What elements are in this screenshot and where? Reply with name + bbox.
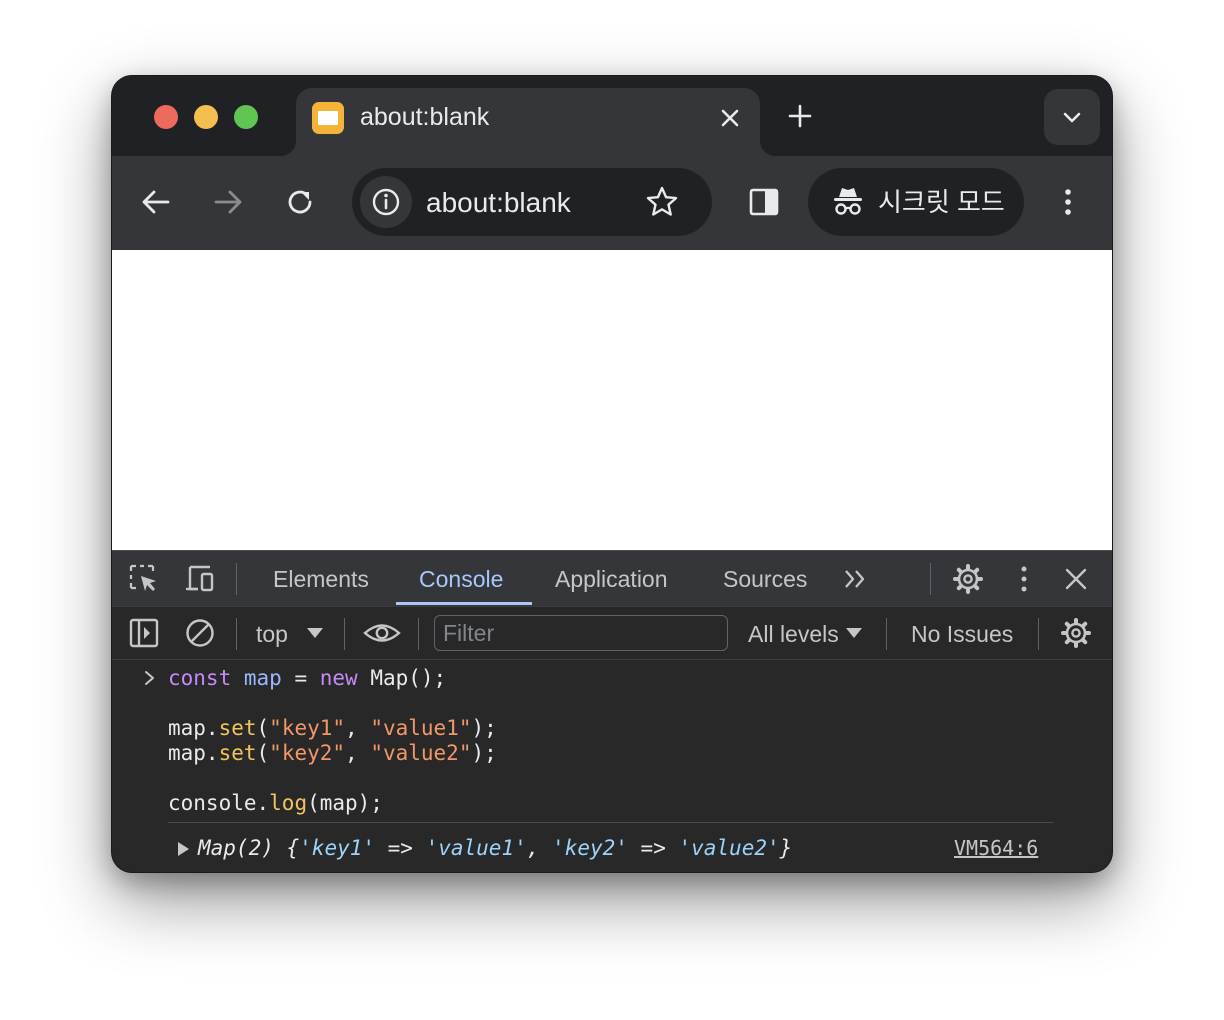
code-token: "value1" — [370, 716, 472, 740]
settings-gear-icon[interactable] — [952, 563, 984, 595]
code-token: set — [218, 741, 257, 765]
tab-application[interactable]: Application — [555, 565, 668, 593]
code-line: map.set("key2", "value2"); — [168, 741, 497, 766]
back-arrow-icon[interactable] — [138, 184, 174, 220]
incognito-label: 시크릿 모드 — [878, 187, 1005, 217]
console-panel[interactable]: const map = new Map(); map.set("key1", "… — [112, 660, 1112, 872]
output-divider — [168, 822, 1054, 823]
code-token: "key2" — [269, 741, 346, 765]
code-token: , — [345, 741, 371, 765]
code-token: "value2" — [370, 741, 472, 765]
issues-count-button[interactable]: No Issues — [911, 620, 1013, 648]
page-content[interactable] — [112, 250, 1112, 550]
console-output-map[interactable]: Map(2) {'key1' => 'value1', 'key2' => 'v… — [198, 835, 792, 861]
code-token: const — [168, 666, 232, 690]
bookmark-star-icon[interactable] — [644, 184, 680, 220]
log-levels-dropdown[interactable]: All levels — [748, 620, 839, 648]
address-bar[interactable]: about:blank — [352, 168, 712, 236]
incognito-indicator[interactable]: 시크릿 모드 — [808, 168, 1024, 236]
forward-arrow-icon[interactable] — [210, 184, 246, 220]
code-token: log — [269, 791, 308, 815]
tab-sources[interactable]: Sources — [723, 565, 807, 593]
device-toolbar-icon[interactable] — [184, 563, 216, 595]
tab-search-button[interactable] — [1044, 89, 1100, 145]
tab-title: about:blank — [360, 103, 490, 131]
divider — [344, 618, 345, 650]
code-token: ( — [256, 716, 270, 740]
output-token: , — [526, 836, 553, 860]
log-levels-dropdown-icon[interactable] — [844, 617, 864, 649]
divider — [236, 618, 237, 650]
code-line: const map = new Map(); — [168, 666, 446, 691]
console-toolbar: top Filter All levels No Issues — [112, 606, 1112, 660]
expand-triangle-icon[interactable] — [178, 842, 189, 856]
more-menu-icon[interactable] — [1050, 184, 1086, 220]
divider — [418, 618, 419, 650]
filter-placeholder: Filter — [443, 620, 495, 646]
output-token: => — [627, 836, 679, 860]
code-line: map.set("key1", "value1"); — [168, 716, 497, 741]
output-token: Map(2) { — [198, 836, 300, 860]
tab-console[interactable]: Console — [419, 565, 503, 593]
code-token: set — [218, 716, 257, 740]
url-text: about:blank — [426, 187, 571, 218]
code-token: map. — [168, 741, 219, 765]
live-expression-eye-icon[interactable] — [362, 617, 402, 649]
output-token: 'key1' — [299, 836, 376, 860]
site-info-button[interactable] — [360, 176, 412, 228]
context-dropdown-icon[interactable] — [304, 617, 326, 649]
output-token: 'key2' — [552, 836, 628, 860]
code-token: , — [345, 716, 371, 740]
code-token: ); — [471, 741, 497, 765]
title-bar: about:blank — [112, 76, 1112, 156]
active-tab[interactable]: about:blank — [280, 88, 776, 156]
code-token: Map(); — [357, 666, 447, 690]
close-tab-icon[interactable] — [714, 102, 746, 134]
console-settings-gear-icon[interactable] — [1060, 617, 1092, 649]
incognito-icon — [834, 188, 862, 215]
output-token: } — [779, 836, 793, 860]
devtools-tab-strip: Elements Console Application Sources — [112, 550, 1112, 606]
prompt-chevron-icon — [145, 671, 154, 685]
code-token: (map); — [307, 791, 383, 815]
close-window-button[interactable] — [154, 105, 178, 129]
close-devtools-icon[interactable] — [1060, 563, 1092, 595]
clear-console-icon[interactable] — [184, 617, 216, 649]
minimize-window-button[interactable] — [194, 105, 218, 129]
browser-toolbar: about:blank 시크릿 모드 — [112, 156, 1112, 250]
console-sidebar-icon[interactable] — [128, 617, 160, 649]
more-tabs-chevron-icon[interactable] — [840, 563, 872, 595]
divider — [1038, 618, 1039, 650]
code-token: "key1" — [269, 716, 346, 740]
reload-icon[interactable] — [282, 184, 318, 220]
code-line: console.log(map); — [168, 791, 383, 816]
side-panel-icon[interactable] — [746, 184, 782, 220]
code-token: map — [243, 666, 282, 690]
chevron-down-icon — [1063, 112, 1081, 123]
divider — [930, 563, 931, 595]
divider — [886, 618, 887, 650]
code-token: console. — [168, 791, 270, 815]
source-location-link[interactable]: VM564:6 — [954, 835, 1038, 861]
divider — [236, 563, 237, 595]
info-icon — [372, 188, 400, 216]
output-token: 'value1' — [425, 836, 527, 860]
maximize-window-button[interactable] — [234, 105, 258, 129]
output-token: 'value2' — [678, 836, 780, 860]
active-tab-indicator — [396, 602, 532, 605]
code-token: ); — [471, 716, 497, 740]
browser-window: about:blank about:blank 시크릿 모드 Elements … — [112, 76, 1112, 872]
new-tab-icon[interactable] — [784, 100, 816, 132]
context-selector-label[interactable]: top — [256, 620, 288, 648]
code-token: ( — [256, 741, 270, 765]
code-token: map. — [168, 716, 219, 740]
code-token: = — [281, 666, 320, 690]
code-token: new — [319, 666, 358, 690]
blank-page-favicon-icon — [312, 102, 344, 134]
filter-input[interactable]: Filter — [434, 615, 728, 651]
devtools-menu-icon[interactable] — [1008, 563, 1040, 595]
tab-elements[interactable]: Elements — [273, 565, 369, 593]
output-token: => — [375, 836, 426, 860]
inspect-element-icon[interactable] — [128, 563, 160, 595]
